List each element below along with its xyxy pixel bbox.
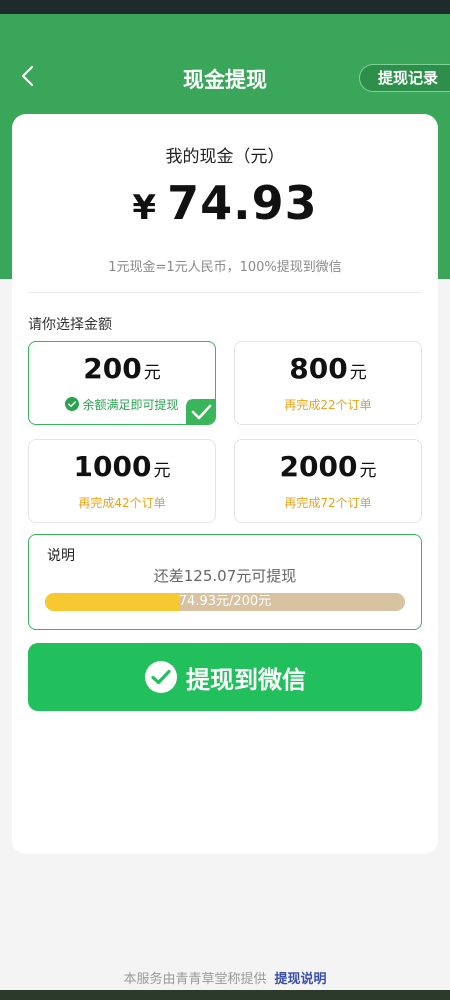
service-provider-text: 本服务由青青草堂称提供 [123, 972, 267, 987]
option-unit: 元 [143, 363, 161, 383]
option-amount: 200 元 [29, 352, 215, 385]
withdraw-progress-bar: 74.93元/200元 [45, 593, 405, 611]
option-amount: 800 元 [235, 352, 421, 385]
footer: 本服务由青青草堂称提供 提现说明 [0, 968, 450, 987]
choose-amount-label: 请你选择金额 [28, 317, 112, 333]
withdraw-records-button[interactable]: 提现记录 [358, 64, 450, 92]
option-unit: 元 [349, 363, 367, 383]
cash-amount: ¥74.93 [12, 176, 438, 230]
option-unit: 元 [359, 461, 377, 481]
amount-option-800[interactable]: 800 元 再完成22个订单 [234, 341, 422, 425]
amount-option-2000[interactable]: 2000 元 再完成72个订单 [234, 439, 422, 523]
cash-amount-value: 74.93 [167, 176, 318, 230]
remaining-amount-text: 还差125.07元可提现 [153, 567, 297, 585]
option-note: 再完成42个订单 [78, 496, 166, 510]
option-note: 再完成22个订单 [284, 398, 372, 412]
withdraw-card: 我的现金（元） ¥74.93 1元现金=1元人民币，100%提现到微信 请你选择… [12, 114, 438, 854]
option-amount-value: 800 [289, 352, 348, 385]
amount-option-1000[interactable]: 1000 元 再完成42个订单 [28, 439, 216, 523]
option-unit: 元 [153, 461, 171, 481]
wechat-icon [65, 397, 80, 411]
exchange-rate-note: 1元现金=1元人民币，100%提现到微信 [108, 260, 342, 275]
option-note: 再完成72个订单 [284, 496, 372, 510]
wechat-icon [145, 661, 177, 693]
progress-text: 74.93元/200元 [178, 594, 272, 609]
cash-label: 我的现金（元） [165, 147, 285, 167]
option-amount-value: 1000 [73, 450, 152, 483]
option-amount: 1000 元 [29, 450, 215, 483]
option-amount-value: 200 [83, 352, 142, 385]
amount-option-200[interactable]: 200 元 余额满足即可提现 [28, 341, 216, 425]
bottom-strip [0, 990, 450, 1000]
withdraw-help-link[interactable]: 提现说明 [275, 972, 327, 987]
explanation-title: 说明 [47, 548, 75, 564]
currency-symbol: ¥ [132, 188, 158, 228]
withdraw-button-label: 提现到微信 [186, 665, 306, 694]
option-note-text: 余额满足即可提现 [82, 398, 179, 412]
option-amount: 2000 元 [235, 450, 421, 483]
selected-check-icon [186, 399, 215, 424]
explanation-box: 说明 还差125.07元可提现 74.93元/200元 [28, 534, 422, 630]
divider [28, 292, 422, 293]
option-amount-value: 2000 [279, 450, 358, 483]
status-bar [0, 0, 450, 14]
withdraw-to-wechat-button[interactable]: 提现到微信 [28, 643, 422, 711]
top-bar: 现金提现 提现记录 [0, 50, 450, 106]
